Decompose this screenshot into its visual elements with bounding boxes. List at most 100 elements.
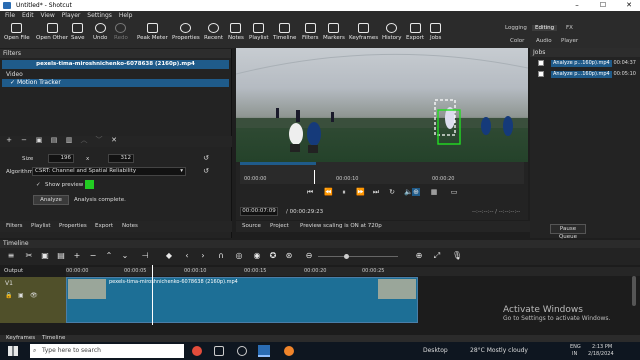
- tab-properties[interactable]: Properties: [59, 223, 87, 229]
- split-icon[interactable]: ⊣: [140, 251, 150, 261]
- save-preset-icon[interactable]: ▥: [65, 136, 73, 144]
- skip-end-icon[interactable]: ⏭: [372, 188, 380, 196]
- zoom-slider-handle[interactable]: [344, 254, 349, 259]
- prev-marker-icon[interactable]: ‹: [182, 251, 192, 261]
- timeline-clip[interactable]: pexels-tima-miroshnichenko-6078638 (2160…: [66, 277, 418, 323]
- job-item[interactable]: Analyze p...160p).mp4 00:04:37: [538, 59, 638, 68]
- algorithm-select[interactable]: CSRT: Channel and Spatial Reliability ▾: [32, 167, 186, 176]
- deselect-filter-icon[interactable]: ✕: [110, 136, 118, 144]
- layout-fx[interactable]: FX: [566, 25, 573, 31]
- close-button[interactable]: ✕: [618, 0, 640, 11]
- timeline-button[interactable]: Timeline: [273, 23, 296, 41]
- copy-filter-icon[interactable]: ▣: [35, 136, 43, 144]
- playlist-button[interactable]: Playlist: [249, 23, 269, 41]
- menu-view[interactable]: View: [41, 12, 55, 19]
- save-button[interactable]: Save: [71, 23, 85, 41]
- windows-start-icon[interactable]: [8, 346, 18, 356]
- record-audio-icon[interactable]: 🎙: [452, 251, 462, 261]
- remove-filter-icon[interactable]: −: [20, 136, 28, 144]
- layout-audio[interactable]: Audio: [536, 38, 552, 44]
- reset-algorithm-icon[interactable]: ↺: [202, 167, 210, 175]
- tab-playlist[interactable]: Playlist: [31, 223, 51, 229]
- reset-size-icon[interactable]: ↺: [202, 154, 210, 162]
- zoom-slider[interactable]: [318, 254, 398, 259]
- snap-icon[interactable]: ∩: [216, 251, 226, 261]
- move-down-icon[interactable]: ﹀: [95, 136, 103, 144]
- zoom-icon[interactable]: ⊕: [412, 188, 420, 196]
- maximize-button[interactable]: ☐: [592, 0, 614, 11]
- loop-icon[interactable]: ↻: [388, 188, 396, 196]
- desktop-label[interactable]: Desktop: [423, 347, 448, 354]
- tab-source[interactable]: Source: [242, 223, 261, 229]
- lift-icon[interactable]: ⌃: [104, 251, 114, 261]
- mute-icon[interactable]: ▣: [18, 292, 24, 299]
- filters-button[interactable]: Filters: [302, 23, 319, 41]
- weather-text[interactable]: 28°C Mostly cloudy: [470, 347, 528, 354]
- add-filter-icon[interactable]: +: [5, 136, 13, 144]
- shotcut-taskbar-icon[interactable]: [258, 345, 270, 357]
- taskbar-search[interactable]: ⌕ Type here to search: [30, 344, 184, 358]
- timecode-field[interactable]: 00:00:07:09: [240, 207, 278, 216]
- layout-color[interactable]: Color: [510, 38, 524, 44]
- next-marker-icon[interactable]: ›: [198, 251, 208, 261]
- open-file-button[interactable]: Open File: [4, 23, 30, 41]
- viewer-ruler[interactable]: 00:00:00 00:00:10 00:00:20: [240, 162, 524, 184]
- menu-settings[interactable]: Settings: [87, 12, 112, 19]
- pause-icon[interactable]: ⏸: [340, 188, 348, 196]
- vertical-scrollbar[interactable]: [632, 276, 636, 306]
- size-height-field[interactable]: 312: [108, 154, 134, 163]
- job-item[interactable]: Analyze p...160p).mp4 00:05:10: [538, 70, 638, 79]
- properties-button[interactable]: Properties: [172, 23, 200, 41]
- paste-filter-icon[interactable]: ▤: [50, 136, 58, 144]
- append-icon[interactable]: +: [72, 251, 82, 261]
- layout-player[interactable]: Player: [561, 38, 578, 44]
- redo-button[interactable]: Redo: [114, 23, 128, 41]
- clock-date[interactable]: 2/18/2024: [588, 351, 614, 357]
- notes-button[interactable]: Notes: [228, 23, 244, 41]
- skip-start-icon[interactable]: ⏮: [306, 188, 314, 196]
- export-button[interactable]: Export: [406, 23, 424, 41]
- grid-icon[interactable]: ▦: [430, 188, 438, 196]
- viewer-playhead[interactable]: [314, 170, 315, 184]
- keyframes-button[interactable]: Keyframes: [349, 23, 378, 41]
- lock-icon[interactable]: 🔒: [5, 292, 12, 299]
- size-width-field[interactable]: 196: [48, 154, 74, 163]
- overwrite-icon[interactable]: ⌄: [120, 251, 130, 261]
- tab-notes[interactable]: Notes: [122, 223, 138, 229]
- chrome-icon[interactable]: [192, 346, 202, 356]
- obs-icon[interactable]: [237, 346, 247, 356]
- ripple-all-icon[interactable]: ✪: [268, 251, 278, 261]
- menu-icon[interactable]: ≡: [6, 251, 16, 261]
- tab-timeline[interactable]: Timeline: [42, 335, 65, 341]
- fast-forward-icon[interactable]: ⏩: [356, 188, 365, 196]
- layout-editing[interactable]: Editing: [532, 25, 558, 31]
- tab-keyframes[interactable]: Keyframes: [6, 335, 35, 341]
- language-line1[interactable]: ENG: [570, 344, 581, 350]
- ripple-icon[interactable]: ◉: [252, 251, 262, 261]
- remove-icon[interactable]: −: [88, 251, 98, 261]
- video-preview[interactable]: [236, 48, 528, 162]
- eye-icon[interactable]: 👁: [30, 292, 38, 299]
- zoom-in-icon[interactable]: ⊕: [414, 251, 424, 261]
- peak-meter-button[interactable]: Peak Meter: [137, 23, 168, 41]
- tab-filters[interactable]: Filters: [6, 223, 23, 229]
- clock-time[interactable]: 2:13 PM: [592, 344, 612, 350]
- menu-player[interactable]: Player: [62, 12, 81, 19]
- analyze-button[interactable]: Analyze: [33, 195, 69, 205]
- zoom-fit-icon[interactable]: ⤢: [432, 251, 442, 261]
- move-up-icon[interactable]: ︿: [80, 136, 88, 144]
- firefox-icon[interactable]: [284, 346, 294, 356]
- ripple-markers-icon[interactable]: ⊛: [284, 251, 294, 261]
- menu-edit[interactable]: Edit: [22, 12, 34, 19]
- timeline-playhead[interactable]: [152, 265, 153, 325]
- checkbox-icon[interactable]: ✓: [10, 79, 17, 86]
- tab-export[interactable]: Export: [95, 223, 113, 229]
- language-line2[interactable]: IN: [572, 351, 577, 357]
- open-other-button[interactable]: Open Other: [36, 23, 68, 41]
- menu-help[interactable]: Help: [119, 12, 133, 19]
- undo-button[interactable]: Undo: [93, 23, 107, 41]
- copy-icon[interactable]: ▣: [40, 251, 50, 261]
- cut-icon[interactable]: ✂: [24, 251, 34, 261]
- volume-icon[interactable]: 🔈: [404, 188, 413, 196]
- jobs-button[interactable]: Jobs: [430, 23, 441, 41]
